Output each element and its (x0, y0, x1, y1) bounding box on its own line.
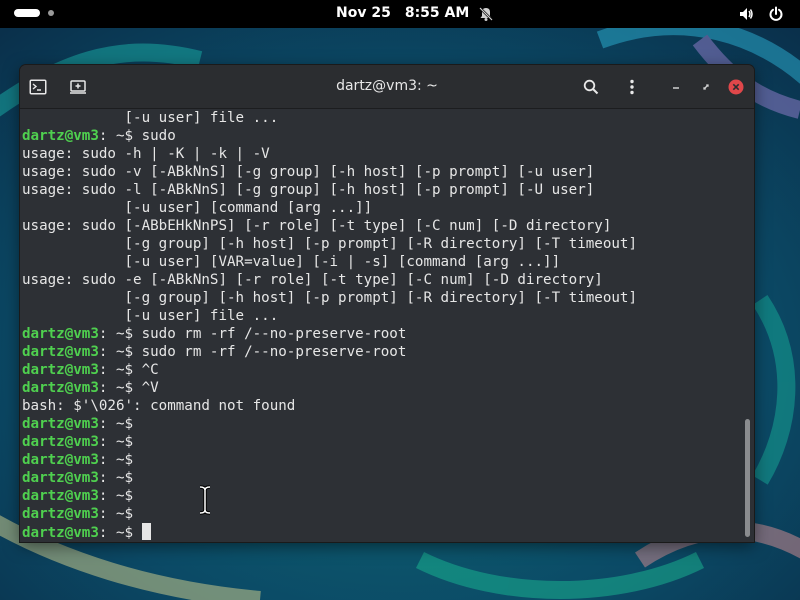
line-text: : ~$ sudo rm -rf /--no-preserve-root (98, 344, 407, 360)
shell-prompt: dartz@vm3 (22, 362, 99, 378)
clock[interactable]: Nov 25 8:55 AM (336, 5, 469, 21)
window-titlebar[interactable]: dartz@vm3: ~ (20, 65, 754, 109)
terminal-line: [-u user] file ... (22, 307, 637, 325)
terminal-line: [-g group] [-h host] [-p prompt] [-R dir… (22, 235, 637, 253)
line-text: [-g group] [-h host] [-p prompt] [-R dir… (22, 236, 637, 252)
terminal-scrollbar[interactable] (742, 109, 754, 542)
minimize-icon[interactable] (664, 75, 688, 99)
terminal-line: dartz@vm3: ~$ ^C (22, 361, 637, 379)
terminal-lines: [-u user] file ... dartz@vm3: ~$ sudo usag… (22, 109, 637, 541)
line-text: : ~$ ^C (98, 362, 159, 378)
clock-date: Nov 25 (336, 5, 391, 21)
terminal-output[interactable]: [-u user] file ... dartz@vm3: ~$ sudo usag… (20, 109, 742, 542)
terminal-line: usage: sudo [-ABbEHkNnPS] [-r role] [-t … (22, 217, 637, 235)
terminal-line: dartz@vm3: ~$ (22, 451, 637, 469)
line-text: : ~$ (98, 434, 134, 450)
power-icon[interactable] (768, 6, 784, 26)
text-cursor-icon (199, 485, 211, 515)
line-text: : ~$ sudo rm -rf /--no-preserve-root (98, 326, 407, 342)
terminal-window[interactable]: dartz@vm3: ~ [-u user] file ... dartz@vm3… (20, 65, 754, 542)
terminal-line: usage: sudo -v [-ABkNnS] [-g group] [-h … (22, 163, 637, 181)
system-tray[interactable] (738, 6, 784, 26)
line-text: [-g group] [-h host] [-p prompt] [-R dir… (22, 290, 637, 306)
clock-time: 8:55 AM (404, 5, 470, 21)
shell-prompt: dartz@vm3 (22, 434, 99, 450)
terminal-line: dartz@vm3: ~$ ^V (22, 379, 637, 397)
line-text: : ~$ ^V (98, 380, 159, 396)
line-text: [-u user] file ... (22, 308, 279, 324)
terminal-line: [-u user] [command [arg ...]] (22, 199, 637, 217)
scrollbar-thumb[interactable] (745, 419, 750, 537)
terminal-line: dartz@vm3: ~$ sudo rm -rf /--no-preserve… (22, 343, 637, 361)
workspace-active-indicator (14, 9, 40, 17)
search-icon[interactable] (579, 75, 603, 99)
terminal-line: dartz@vm3: ~$ (22, 487, 637, 505)
terminal-line: dartz@vm3: ~$ sudo rm -rf /--no-preserve… (22, 325, 637, 343)
shell-prompt: dartz@vm3 (22, 506, 99, 522)
shell-prompt: dartz@vm3 (22, 452, 99, 468)
line-text: usage: sudo -l [-ABkNnS] [-g group] [-h … (22, 182, 595, 198)
terminal-line: [-u user] [VAR=value] [-i | -s] [command… (22, 253, 637, 271)
terminal-line: [-g group] [-h host] [-p prompt] [-R dir… (22, 289, 637, 307)
notifications-muted-icon (478, 6, 494, 26)
shell-prompt: dartz@vm3 (22, 128, 99, 144)
shell-prompt: dartz@vm3 (22, 380, 99, 396)
line-text: : ~$ (98, 416, 134, 432)
line-text: [-u user] file ... (22, 110, 279, 126)
line-text: : ~$ (98, 470, 134, 486)
shell-prompt: dartz@vm3 (22, 488, 99, 504)
top-bar: Nov 25 8:55 AM (0, 0, 800, 28)
terminal-line: dartz@vm3: ~$ (22, 505, 637, 523)
shell-prompt: dartz@vm3 (22, 344, 99, 360)
terminal-line: [-u user] file ... (22, 109, 637, 127)
line-text: [-u user] [VAR=value] [-i | -s] [command… (22, 254, 561, 270)
line-text: bash: $'\026': command not found (22, 398, 296, 414)
shell-prompt: dartz@vm3 (22, 525, 99, 541)
close-icon[interactable] (724, 75, 748, 99)
line-text: : ~$ (98, 506, 134, 522)
terminal-cursor (141, 523, 151, 540)
terminal-line: usage: sudo -e [-ABkNnS] [-r role] [-t t… (22, 271, 637, 289)
line-text: [-u user] [command [arg ...]] (22, 200, 373, 216)
terminal-line: dartz@vm3: ~$ (22, 415, 637, 433)
terminal-line: usage: sudo -h | -K | -k | -V (22, 145, 637, 163)
line-text: : ~$ (98, 525, 142, 541)
line-text: usage: sudo -v [-ABkNnS] [-g group] [-h … (22, 164, 595, 180)
restore-icon[interactable] (694, 75, 718, 99)
terminal-line: bash: $'\026': command not found (22, 397, 637, 415)
line-text: usage: sudo -h | -K | -k | -V (22, 146, 270, 162)
terminal-line: dartz@vm3: ~$ sudo (22, 127, 637, 145)
activities-button[interactable] (14, 9, 54, 17)
line-text: usage: sudo -e [-ABkNnS] [-r role] [-t t… (22, 272, 603, 288)
line-text: : ~$ (98, 488, 134, 504)
terminal-line: dartz@vm3: ~$ (22, 523, 637, 541)
line-text: : ~$ (98, 452, 134, 468)
terminal-line: dartz@vm3: ~$ (22, 469, 637, 487)
shell-prompt: dartz@vm3 (22, 470, 99, 486)
terminal-line: usage: sudo -l [-ABkNnS] [-g group] [-h … (22, 181, 637, 199)
shell-prompt: dartz@vm3 (22, 326, 99, 342)
line-text: usage: sudo [-ABbEHkNnPS] [-r role] [-t … (22, 218, 612, 234)
volume-icon[interactable] (738, 6, 754, 26)
kebab-menu-icon[interactable] (620, 75, 644, 99)
terminal-line: dartz@vm3: ~$ (22, 433, 637, 451)
workspace-indicator (48, 10, 54, 16)
shell-prompt: dartz@vm3 (22, 416, 99, 432)
line-text: : ~$ sudo (98, 128, 176, 144)
